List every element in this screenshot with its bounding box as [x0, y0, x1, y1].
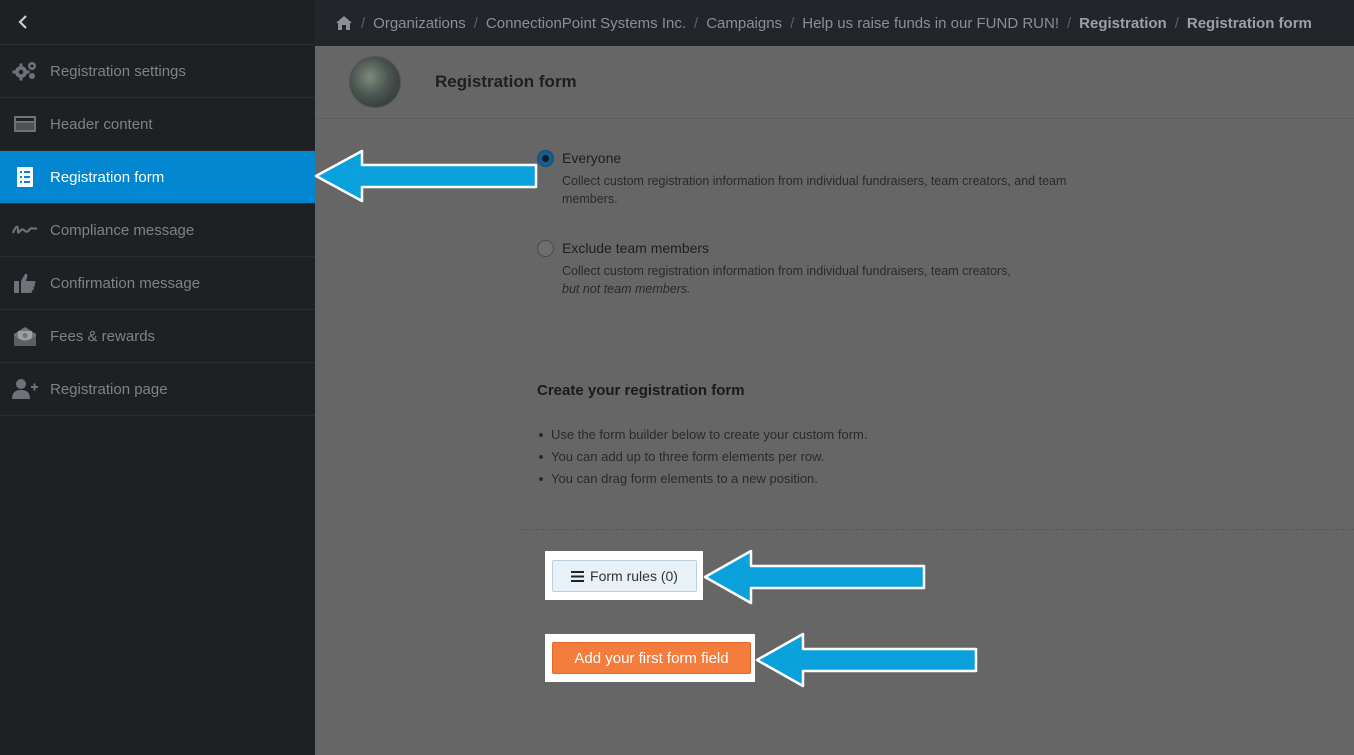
breadcrumb-registration[interactable]: Registration [1079, 15, 1167, 32]
window-icon [0, 114, 50, 134]
breadcrumb-separator: / [790, 14, 795, 32]
option-label: Exclude team members [562, 240, 710, 256]
section-title: Create your registration form [537, 382, 745, 399]
sidebar-back[interactable] [0, 0, 315, 45]
home-icon[interactable] [335, 15, 353, 31]
sidebar-item-label: Registration form [50, 168, 165, 186]
breadcrumb-campaign[interactable]: Help us raise funds in our FUND RUN! [802, 15, 1059, 32]
option-description: Collect custom registration information … [562, 262, 1097, 298]
breadcrumb-separator: / [694, 14, 699, 32]
arrow-left-icon [703, 549, 926, 605]
sidebar: Registration settings Header content Reg… [0, 0, 315, 755]
form-rules-label: Form rules (0) [590, 568, 678, 584]
option-description-italic: but not team members. [562, 282, 691, 296]
sidebar-item-registration-form[interactable]: Registration form [0, 151, 315, 204]
list-item: You can drag form elements to a new posi… [537, 468, 867, 490]
sidebar-item-label: Confirmation message [50, 274, 201, 292]
list-item: You can add up to three form elements pe… [537, 446, 867, 468]
option-description-text: Collect custom registration information … [562, 264, 1011, 278]
sidebar-item-label: Registration settings [50, 62, 186, 80]
sidebar-item-fees-rewards[interactable]: Fees & rewards [0, 310, 315, 363]
breadcrumb-separator: / [473, 14, 478, 32]
money-envelope-icon [0, 325, 50, 347]
add-form-field-button[interactable]: Add your first form field [552, 642, 751, 674]
arrow-left-icon [755, 632, 978, 688]
campaign-avatar [349, 56, 401, 108]
breadcrumb-campaigns[interactable]: Campaigns [706, 15, 782, 32]
page-header: Registration form [315, 46, 1354, 119]
sidebar-item-label: Compliance message [50, 221, 195, 239]
radio-exclude-team-members[interactable] [537, 240, 554, 257]
audience-options: Everyone Collect custom registration inf… [537, 146, 1097, 326]
sidebar-item-label: Fees & rewards [50, 327, 156, 345]
option-description: Collect custom registration information … [562, 174, 1067, 206]
sidebar-item-header-content[interactable]: Header content [0, 98, 315, 151]
option-label: Everyone [562, 150, 622, 166]
sidebar-item-label: Header content [50, 115, 153, 133]
breadcrumb-organization[interactable]: ConnectionPoint Systems Inc. [486, 15, 686, 32]
breadcrumb-separator: / [1067, 14, 1072, 32]
page-title: Registration form [435, 72, 577, 91]
sidebar-item-label: Registration page [50, 380, 168, 398]
sidebar-item-compliance-message[interactable]: Compliance message [0, 204, 315, 257]
instruction-list: Use the form builder below to create you… [537, 424, 867, 490]
option-everyone[interactable]: Everyone Collect custom registration inf… [537, 146, 1097, 208]
sidebar-item-registration-settings[interactable]: Registration settings [0, 45, 315, 98]
form-rules-button[interactable]: Form rules (0) [552, 560, 697, 592]
checklist-icon [0, 166, 50, 188]
chevron-left-icon[interactable] [16, 14, 30, 30]
sidebar-item-confirmation-message[interactable]: Confirmation message [0, 257, 315, 310]
menu-icon [571, 570, 585, 582]
user-plus-icon [0, 378, 50, 400]
breadcrumb-current: Registration form [1186, 14, 1312, 32]
sidebar-item-registration-page[interactable]: Registration page [0, 363, 315, 416]
thumbs-up-icon [0, 272, 50, 294]
signature-icon [0, 221, 50, 239]
breadcrumb-organizations[interactable]: Organizations [373, 15, 466, 32]
breadcrumb-separator: / [1174, 14, 1179, 32]
gears-icon [0, 60, 50, 82]
list-item: Use the form builder below to create you… [537, 424, 867, 446]
arrow-left-icon [314, 149, 538, 203]
breadcrumb: / Organizations / ConnectionPoint System… [315, 0, 1354, 46]
option-exclude-team-members[interactable]: Exclude team members Collect custom regi… [537, 236, 1097, 298]
breadcrumb-separator: / [361, 14, 366, 32]
